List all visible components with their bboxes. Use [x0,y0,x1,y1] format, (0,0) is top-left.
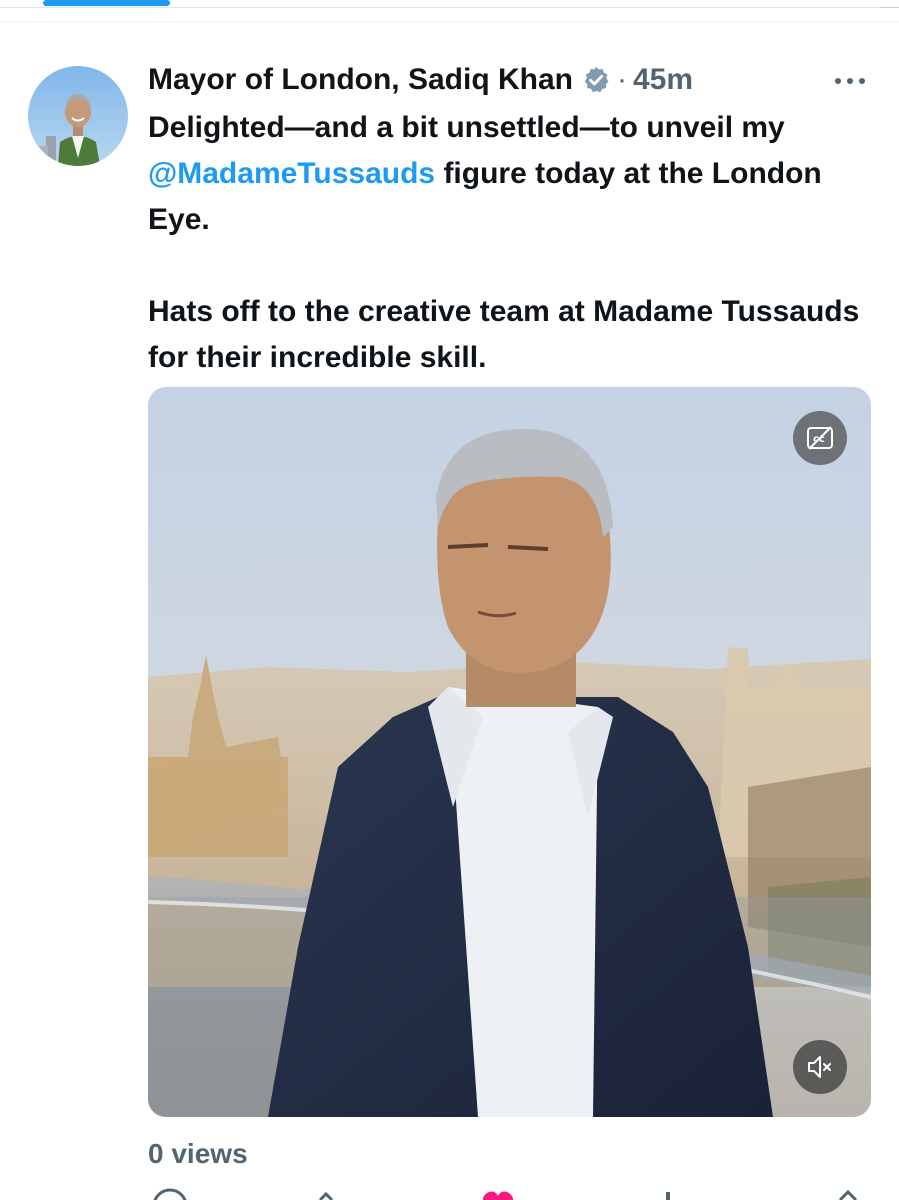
tab-rule-right [880,7,899,8]
active-tab-indicator [43,0,170,6]
top-tab-bar [0,0,899,22]
tweet-header: Mayor of London, Sadiq Khan · 45m [148,58,693,102]
views-icon[interactable] [648,1186,688,1200]
video-player[interactable]: cc [148,387,871,1117]
display-name[interactable]: Mayor of London, Sadiq Khan [148,63,573,97]
reply-icon[interactable] [150,1186,190,1200]
tweet-text-pre: Delighted—and a bit unsettled—to unveil … [148,111,785,144]
share-icon[interactable] [828,1186,868,1200]
closed-captions-icon[interactable]: cc [793,411,847,465]
views-label: views [171,1138,248,1169]
verified-badge-icon [581,65,611,95]
video-frame [148,387,871,1117]
top-divider [0,21,899,22]
timestamp[interactable]: 45m [633,63,693,97]
tweet-paragraph-1: Delighted—and a bit unsettled—to unveil … [148,105,878,243]
more-dots-icon[interactable] [832,66,872,96]
heart-icon[interactable] [478,1186,518,1200]
mention-link[interactable]: @MadameTussauds [148,157,435,190]
avatar[interactable] [28,66,128,166]
action-bar [148,1186,871,1200]
views-count: 0 views [148,1138,248,1170]
retweet-icon[interactable] [308,1186,348,1200]
tweet-text: Delighted—and a bit unsettled—to unveil … [148,105,878,381]
speaker-muted-icon[interactable] [793,1040,847,1094]
tab-rule [0,7,899,8]
tweet-paragraph-2: Hats off to the creative team at Madame … [148,295,860,374]
header-separator: · [616,63,627,96]
views-number: 0 [148,1138,164,1169]
avatar-image [28,66,128,166]
